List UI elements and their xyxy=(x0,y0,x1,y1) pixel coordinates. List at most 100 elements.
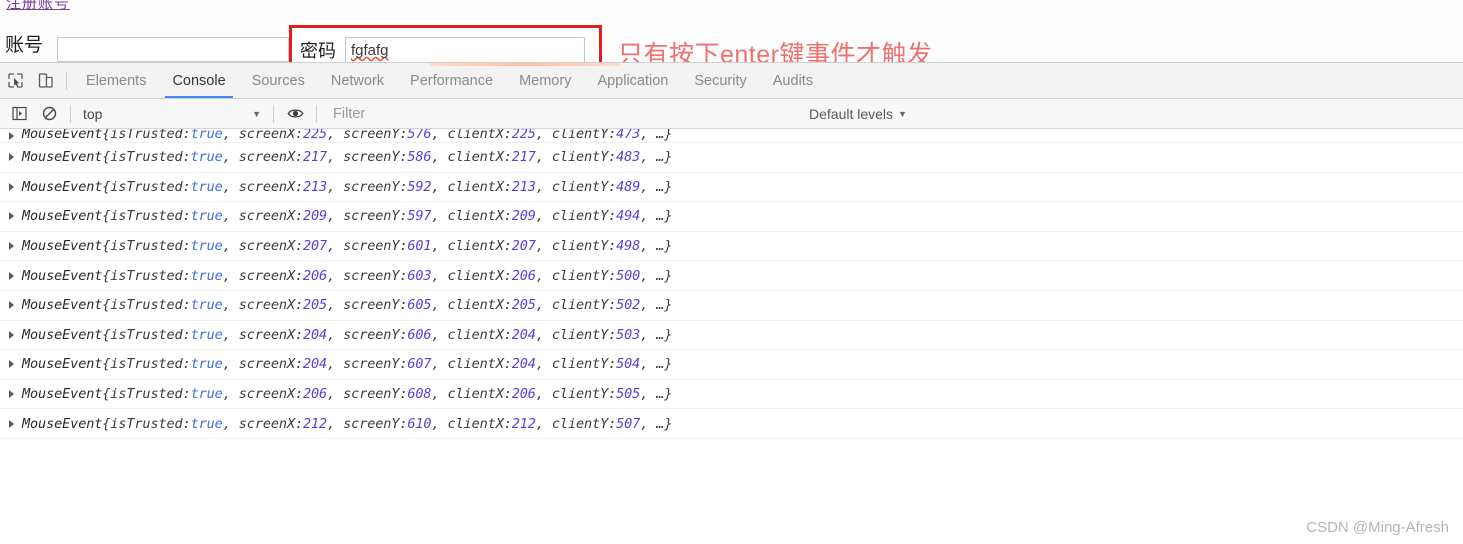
table-row[interactable]: MouseEvent {isTrusted: true , screenX: 2… xyxy=(0,129,1463,143)
event-name: MouseEvent xyxy=(22,267,103,284)
tab-application[interactable]: Application xyxy=(584,63,681,98)
token-screenx-key: , screenX: xyxy=(222,415,303,432)
event-name: MouseEvent xyxy=(22,208,103,225)
tab-security[interactable]: Security xyxy=(681,63,759,98)
table-row[interactable]: MouseEvent {isTrusted: true, screenX: 206… xyxy=(0,380,1463,410)
password-input-value: fgfafg xyxy=(351,42,389,59)
token-screenx-key: , screenX: xyxy=(222,267,303,284)
tab-audits[interactable]: Audits xyxy=(760,63,826,98)
token-open: {isTrusted: xyxy=(102,297,191,314)
expand-arrow-icon[interactable] xyxy=(9,212,14,221)
expand-arrow-icon[interactable] xyxy=(9,182,14,191)
execution-context-select[interactable]: top ▼ xyxy=(77,103,267,125)
tab-console[interactable]: Console xyxy=(159,63,238,98)
value-clientx: 206 xyxy=(511,267,536,284)
value-screeny: 607 xyxy=(407,356,432,373)
value-clientx: 204 xyxy=(511,326,536,343)
tab-sources[interactable]: Sources xyxy=(239,63,318,98)
chevron-down-icon: ▼ xyxy=(252,108,261,119)
expand-arrow-icon[interactable] xyxy=(9,131,14,140)
token-clienty-key: , clientY: xyxy=(535,208,617,225)
token-clientx-key: , clientX: xyxy=(431,149,512,166)
visited-link[interactable]: 注册账号 xyxy=(6,0,70,13)
table-row[interactable]: MouseEvent {isTrusted: true, screenX: 204… xyxy=(0,350,1463,380)
filter-input[interactable] xyxy=(331,102,801,125)
token-screenx-key: , screenX: xyxy=(222,178,303,195)
expand-arrow-icon[interactable] xyxy=(9,153,14,162)
table-row[interactable]: MouseEvent {isTrusted: true, screenX: 206… xyxy=(0,261,1463,291)
token-bool: true xyxy=(190,326,223,343)
token-open: {isTrusted: xyxy=(102,238,191,255)
clear-console-icon[interactable] xyxy=(34,97,64,131)
token-screeny-key: , screenY: xyxy=(327,149,408,166)
value-screenx: 206 xyxy=(303,267,328,284)
expand-arrow-icon[interactable] xyxy=(9,330,14,339)
token-open: {isTrusted: xyxy=(102,267,191,284)
token-bool: true xyxy=(190,415,223,432)
token-close: , …} xyxy=(640,326,673,343)
token-bool: true xyxy=(190,129,223,142)
token-screeny-key: , screenY: xyxy=(327,129,408,142)
table-row[interactable]: MouseEvent {isTrusted: true, screenX: 209… xyxy=(0,202,1463,232)
value-clienty: 504 xyxy=(616,356,641,373)
tab-network[interactable]: Network xyxy=(318,63,397,98)
token-bool: true xyxy=(190,356,223,373)
value-screenx: 212 xyxy=(303,415,328,432)
expand-arrow-icon[interactable] xyxy=(9,271,14,280)
table-row[interactable]: MouseEvent {isTrusted: true, screenX: 204… xyxy=(0,321,1463,351)
log-levels-select[interactable]: Default levels ▼ xyxy=(809,106,907,122)
expand-arrow-icon[interactable] xyxy=(9,301,14,310)
device-toolbar-icon[interactable] xyxy=(30,64,60,98)
event-name: MouseEvent xyxy=(22,326,103,343)
inspect-element-icon[interactable] xyxy=(0,64,30,98)
expand-arrow-icon[interactable] xyxy=(9,242,14,251)
console-sidebar-icon[interactable] xyxy=(4,97,34,131)
password-input[interactable]: fgfafg xyxy=(345,37,585,62)
token-screeny-key: , screenY: xyxy=(327,238,408,255)
value-screenx: 205 xyxy=(303,297,328,314)
login-form-row: 账号 密码 fgfafg 只有按下enter键事件才触发 xyxy=(0,16,1463,62)
filterbar-divider-3 xyxy=(316,104,317,123)
token-screeny-key: , screenY: xyxy=(327,208,408,225)
table-row[interactable]: MouseEvent {isTrusted: true, screenX: 205… xyxy=(0,291,1463,321)
value-screeny: 601 xyxy=(407,238,432,255)
token-screeny-key: , screenY: xyxy=(327,386,408,403)
tab-elements[interactable]: Elements xyxy=(73,63,159,98)
token-bool: true xyxy=(190,297,223,314)
token-close: , …} xyxy=(640,415,673,432)
table-row[interactable]: MouseEvent {isTrusted: true, screenX: 212… xyxy=(0,409,1463,439)
table-row[interactable]: MouseEvent {isTrusted: true, screenX: 207… xyxy=(0,232,1463,262)
expand-arrow-icon[interactable] xyxy=(9,419,14,428)
web-page-form-area: 注册账号 账号 密码 fgfafg 只有按下enter键事件才触发 xyxy=(0,0,1463,62)
value-clientx: 206 xyxy=(511,386,536,403)
token-screeny-key: , screenY: xyxy=(327,297,408,314)
token-clienty-key: , clientY: xyxy=(535,129,617,142)
token-open: {isTrusted: xyxy=(102,149,191,166)
value-clientx: 204 xyxy=(511,356,536,373)
token-open: {isTrusted: xyxy=(102,178,191,195)
value-clienty: 489 xyxy=(616,178,641,195)
token-screenx-key: , screenX: xyxy=(222,208,303,225)
execution-context-value: top xyxy=(83,105,103,122)
console-log-list[interactable]: MouseEvent {isTrusted: true , screenX: 2… xyxy=(0,129,1463,543)
live-expression-icon[interactable] xyxy=(280,97,310,131)
token-bool: true xyxy=(190,267,223,284)
table-row[interactable]: MouseEvent {isTrusted: true, screenX: 213… xyxy=(0,173,1463,203)
filterbar-divider-1 xyxy=(70,104,71,123)
account-input[interactable] xyxy=(57,37,289,62)
table-row[interactable]: MouseEvent {isTrusted: true, screenX: 217… xyxy=(0,143,1463,173)
log-levels-label: Default levels xyxy=(809,105,894,122)
value-clienty: 507 xyxy=(616,415,641,432)
value-clienty: 503 xyxy=(616,326,641,343)
token-bool: true xyxy=(190,149,223,166)
value-screeny: 597 xyxy=(407,208,432,225)
tab-performance[interactable]: Performance xyxy=(397,63,506,98)
expand-arrow-icon[interactable] xyxy=(9,390,14,399)
token-open: {isTrusted: xyxy=(102,129,191,142)
token-close: , …} xyxy=(640,297,673,314)
tab-memory[interactable]: Memory xyxy=(506,63,584,98)
annotation-enter-key: 只有按下enter键事件才触发 xyxy=(618,41,933,62)
value-screeny: 576 xyxy=(407,129,432,142)
devtools-panel: Elements Console Sources Network Perform… xyxy=(0,62,1463,544)
expand-arrow-icon[interactable] xyxy=(9,360,14,369)
